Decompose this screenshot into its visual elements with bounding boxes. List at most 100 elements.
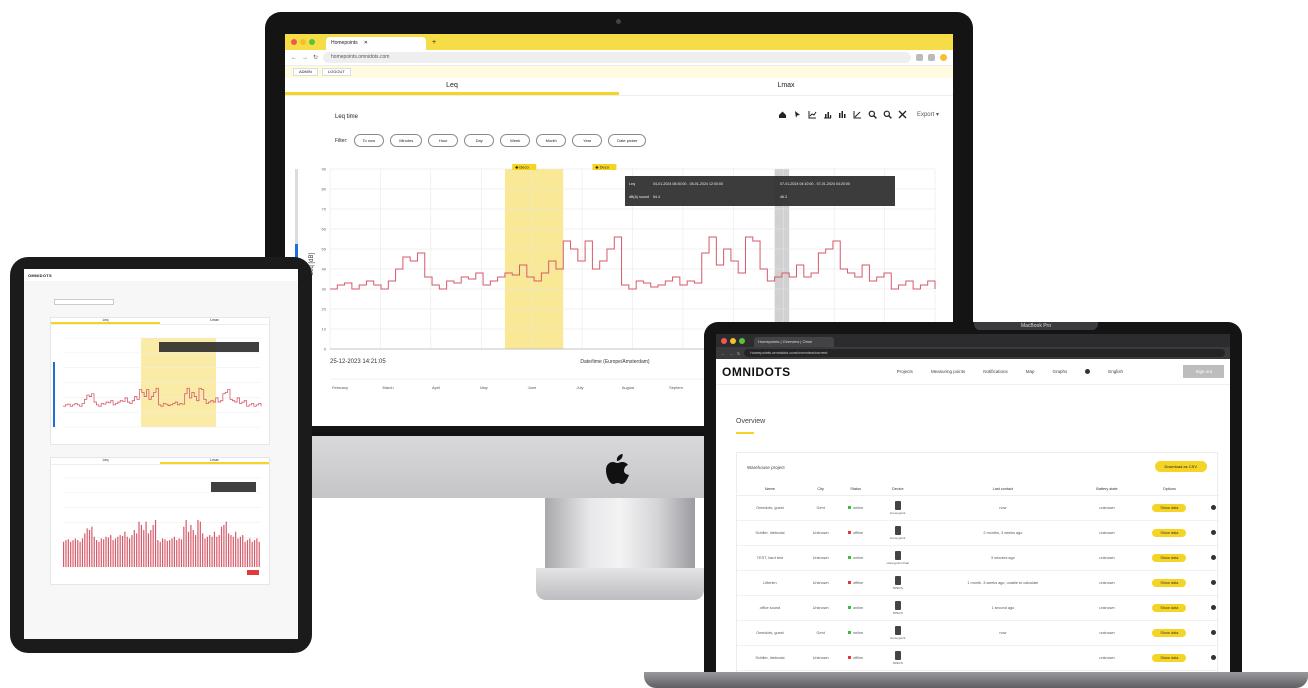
col-city[interactable]: City (802, 483, 839, 496)
forward-icon[interactable]: → (302, 55, 308, 61)
ipad-leq-line-chart[interactable] (51, 332, 271, 442)
bookmark-icon[interactable] (916, 54, 923, 61)
zoom-in-icon[interactable] (868, 110, 877, 119)
bar-chart-icon[interactable] (823, 110, 832, 119)
tab-leq[interactable]: Leq (285, 78, 619, 95)
row-gear-icon[interactable] (1210, 655, 1216, 660)
settings-gear-icon[interactable] (1085, 369, 1091, 374)
table-row[interactable]: Omnidots, guest Gent online Honeypoint now un… (737, 495, 1219, 521)
row-gear-icon[interactable] (1210, 555, 1216, 560)
ipad-lmax-bar-chart[interactable] (51, 472, 271, 582)
address-bar[interactable]: homepoints.omnidots.com (323, 52, 911, 63)
mb-logo[interactable]: OMNIDOTS (722, 365, 791, 379)
filter-week[interactable]: Week (500, 134, 531, 147)
page-title: Overview (736, 418, 766, 425)
nav-projects[interactable]: Projects (897, 369, 913, 374)
col-actions (1207, 483, 1219, 496)
row-gear-icon[interactable] (1210, 505, 1216, 510)
ipad-card1-tabs: Leq Lmax (51, 318, 269, 325)
show-data-button[interactable]: Show data (1152, 529, 1187, 537)
new-tab-button[interactable]: + (432, 39, 436, 46)
export-dropdown[interactable]: Export ▾ (917, 111, 939, 118)
close-tab-icon[interactable]: ✕ (364, 40, 368, 47)
table-row[interactable]: Lifterlen Unknown offline SPECS 1 month, 3 w… (737, 570, 1219, 596)
row-settings (1207, 645, 1219, 671)
close-window-button[interactable] (291, 39, 297, 45)
signout-button[interactable]: Sign out (1183, 365, 1224, 378)
row-gear-icon[interactable] (1210, 530, 1216, 535)
mb-forward-icon[interactable]: → (729, 351, 733, 356)
ipad-tab2-lmax[interactable]: Lmax (160, 458, 269, 464)
show-data-button[interactable]: Show data (1152, 504, 1187, 512)
mb-address-bar[interactable]: homepoints.omnidots.com/overview/current (744, 349, 1225, 357)
table-row[interactable]: office sound Unknown online SPECS 1 second a… (737, 595, 1219, 621)
back-icon[interactable]: ← (291, 55, 297, 61)
col-name[interactable]: Name (737, 483, 803, 496)
minimize-window-button[interactable] (300, 39, 306, 45)
reload-icon[interactable]: ↻ (313, 54, 318, 61)
show-data-button[interactable]: Show data (1152, 604, 1187, 612)
row-name: Omnidots, guest (737, 495, 803, 521)
home-icon[interactable] (778, 110, 787, 119)
browser-tab[interactable]: Homepoints ✕ (326, 37, 426, 50)
tab-lmax[interactable]: Lmax (619, 78, 953, 95)
row-gear-icon[interactable] (1210, 580, 1216, 585)
crumb-logout[interactable]: LOGOUT (321, 68, 351, 76)
extension-icon[interactable] (928, 54, 935, 61)
line-chart-icon[interactable] (808, 110, 817, 119)
mb-reload-icon[interactable]: ↻ (737, 351, 740, 356)
mb-minimize-window-button[interactable] (730, 337, 736, 344)
ipad-tab-lmax[interactable]: Lmax (160, 318, 269, 324)
nav-map[interactable]: Map (1026, 369, 1035, 374)
mb-close-window-button[interactable] (721, 337, 727, 344)
table-row[interactable]: Schiller, Idetrodai Unknown offline Honeypo… (737, 520, 1219, 546)
ipad-bar (98, 541, 100, 567)
download-csv-button[interactable]: Download as CSV (1154, 461, 1207, 472)
show-data-button[interactable]: Show data (1152, 554, 1187, 562)
ipad-tab2-leq[interactable]: Leq (51, 458, 160, 464)
zoom-out-icon[interactable] (883, 110, 892, 119)
mb-back-icon[interactable]: ← (721, 351, 725, 356)
nav-graphs[interactable]: Graphs (1053, 369, 1068, 374)
maximize-window-button[interactable] (309, 39, 315, 45)
table-row[interactable]: Schiller, Idetrodai Unknown offline SPECS un… (737, 645, 1219, 671)
devices-table: Name City Status Device Last contact Bat… (737, 483, 1219, 671)
fullscreen-icon[interactable] (898, 110, 907, 119)
table-row[interactable]: Omnidots, guest Gent online Honeypoint now un… (737, 620, 1219, 646)
show-data-button[interactable]: Show data (1152, 654, 1187, 662)
nav-measuring-points[interactable]: Measuring points (931, 369, 965, 374)
filter-minutes[interactable]: Minutes (390, 134, 423, 147)
row-city: Unknown (802, 570, 839, 596)
ipad-tab-leq[interactable]: Leq (51, 318, 160, 324)
nav-notifications[interactable]: Notifications (983, 369, 1008, 374)
show-data-button[interactable]: Show data (1152, 629, 1187, 637)
row-name: office sound (737, 595, 803, 621)
ipad-bar (178, 538, 180, 567)
filter-hour[interactable]: Hour (428, 134, 459, 147)
row-battery: unknown (1082, 545, 1132, 571)
row-gear-icon[interactable] (1210, 630, 1216, 635)
crumb-admin[interactable]: ADMIN (293, 68, 318, 76)
filter-date-picker[interactable]: Date picker (608, 134, 647, 147)
mb-browser-tab[interactable]: Homepoints | Overview | Omni (754, 337, 834, 347)
language-select[interactable]: English (1108, 369, 1123, 374)
column-chart-icon[interactable] (838, 110, 847, 119)
trend-icon[interactable] (853, 110, 862, 119)
filter-to-now[interactable]: To now (353, 134, 385, 147)
filter-month[interactable]: Month (536, 134, 567, 147)
pointer-icon[interactable] (793, 110, 802, 119)
col-device[interactable]: Device (872, 483, 923, 496)
table-row[interactable]: TEST, hard test Unknown online Honeypoint D… (737, 545, 1219, 571)
ipad-search-field[interactable] (54, 299, 114, 305)
mb-maximize-window-button[interactable] (739, 337, 745, 344)
col-status[interactable]: Status (838, 483, 873, 496)
col-battery[interactable]: Battery state (1082, 483, 1132, 496)
current-time-label: 25-12-2023 14:21:05 (330, 359, 386, 365)
row-gear-icon[interactable] (1210, 605, 1216, 610)
show-data-button[interactable]: Show data (1152, 579, 1187, 587)
month-label: August (622, 385, 635, 390)
col-last-contact[interactable]: Last contact (922, 483, 1083, 496)
filter-year[interactable]: Year (572, 134, 603, 147)
profile-icon[interactable] (940, 54, 947, 61)
filter-day[interactable]: Day (464, 134, 495, 147)
